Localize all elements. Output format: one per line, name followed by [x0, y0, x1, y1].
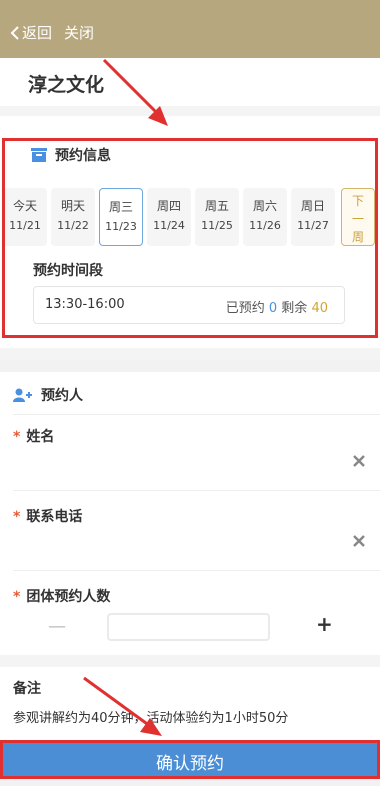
person-section-label: 预约人	[41, 388, 83, 404]
person-section-title: 预约人	[13, 385, 83, 405]
day-weekday: 周四	[156, 199, 181, 213]
day-weekday: 周五	[204, 199, 229, 213]
booked-count: 0	[268, 301, 278, 316]
day-date: 11/21	[9, 219, 41, 232]
day-date: 11/25	[201, 219, 233, 232]
page-title: 淳之文化	[28, 74, 105, 96]
chevron-left-icon	[10, 25, 19, 40]
day-weekday: 周六	[252, 199, 277, 213]
note-text: 参观讲解约为40分钟，活动体验约为1小时50分	[13, 711, 289, 726]
add-person-icon	[13, 388, 32, 402]
divider	[0, 655, 380, 667]
group-size-label-text: 团体预约人数	[26, 589, 111, 605]
day-selector: 今天 11/21 明天 11/22 周三 11/23 周四 11/24 周五 11/25 …	[0, 188, 380, 248]
day-weekday: 周日	[300, 199, 325, 213]
day-date: 11/22	[57, 219, 89, 232]
day-option[interactable]: 周四 11/24	[147, 188, 191, 246]
title-bar: 淳之文化	[0, 58, 380, 106]
day-weekday: 今天	[12, 199, 37, 213]
next-week-char: 一	[351, 212, 364, 226]
booking-section-title: 预约信息	[31, 145, 111, 165]
booked-label: 已预约	[225, 301, 265, 316]
increment-button[interactable]: +	[316, 612, 333, 636]
remaining-label: 剩余	[281, 301, 308, 316]
back-label: 返回	[22, 24, 53, 42]
group-size-label: * 团体预约人数	[13, 586, 110, 606]
top-bar: 返回 关闭	[0, 0, 380, 58]
day-date: 11/24	[153, 219, 185, 232]
day-option[interactable]: 今天 11/21	[3, 188, 47, 246]
close-button[interactable]: 关闭	[64, 22, 94, 43]
day-option[interactable]: 周六 11/26	[243, 188, 287, 246]
slot-time: 13:30-16:00	[45, 297, 125, 312]
booking-section-label: 预约信息	[55, 148, 111, 164]
next-week-button[interactable]: 下一周	[341, 188, 375, 246]
name-input[interactable]	[32, 452, 336, 474]
phone-label-text: 联系电话	[26, 509, 83, 525]
required-mark: *	[13, 589, 21, 605]
day-date: 11/26	[249, 219, 281, 232]
group-size-input[interactable]	[107, 613, 270, 641]
decrement-button[interactable]: —	[48, 616, 66, 637]
name-label-text: 姓名	[26, 429, 55, 445]
note-title: 备注	[13, 681, 41, 697]
divider	[0, 106, 380, 116]
slot-availability: 已预约 0 剩余 40	[226, 297, 328, 316]
day-option-selected[interactable]: 周三 11/23	[99, 188, 143, 246]
divider	[0, 348, 380, 360]
divider	[13, 570, 380, 571]
required-mark: *	[13, 429, 21, 445]
day-option[interactable]: 周五 11/25	[195, 188, 239, 246]
phone-input[interactable]	[32, 530, 336, 552]
day-weekday: 明天	[60, 199, 85, 213]
divider	[13, 414, 380, 415]
required-mark: *	[13, 509, 21, 525]
confirm-booking-button[interactable]: 确认预约	[0, 742, 380, 779]
phone-label: * 联系电话	[13, 506, 82, 526]
note-card	[0, 667, 380, 742]
remaining-count: 40	[311, 301, 328, 316]
clear-icon[interactable]	[352, 534, 366, 548]
name-label: * 姓名	[13, 426, 54, 446]
divider	[13, 490, 380, 491]
next-week-char: 下	[351, 194, 364, 208]
calendar-box-icon	[31, 148, 47, 162]
day-option[interactable]: 周日 11/27	[291, 188, 335, 246]
day-weekday: 周三	[108, 200, 133, 214]
time-section-title: 预约时间段	[33, 263, 103, 279]
time-slot[interactable]: 13:30-16:00 已预约 0 剩余 40	[33, 286, 345, 324]
day-date: 11/27	[297, 219, 329, 232]
back-button[interactable]: 返回	[10, 22, 52, 43]
next-week-char: 周	[351, 230, 364, 244]
clear-icon[interactable]	[352, 454, 366, 468]
day-option[interactable]: 明天 11/22	[51, 188, 95, 246]
day-date: 11/23	[105, 220, 137, 233]
